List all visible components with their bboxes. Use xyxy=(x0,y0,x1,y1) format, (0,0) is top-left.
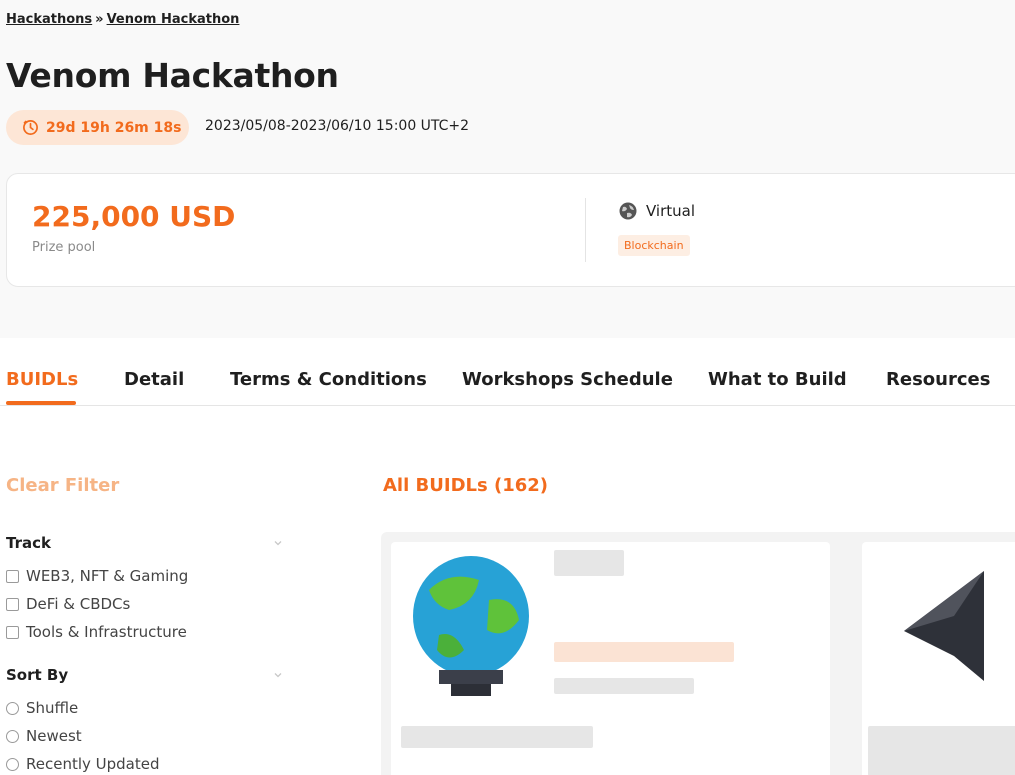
tab-bar: BUIDLs Detail Terms & Conditions Worksho… xyxy=(0,338,1015,406)
tab-what-to-build[interactable]: What to Build xyxy=(708,369,847,390)
countdown-badge: 29d 19h 26m 18s xyxy=(6,110,189,145)
location: Virtual xyxy=(618,201,695,221)
active-tab-indicator xyxy=(6,401,76,405)
prize-label: Prize pool xyxy=(32,240,96,255)
tab-terms-conditions[interactable]: Terms & Conditions xyxy=(230,369,427,390)
chevron-down-icon[interactable] xyxy=(272,669,284,681)
breadcrumb-separator: » xyxy=(95,12,104,27)
date-range: 2023/05/08-2023/06/10 15:00 UTC+2 xyxy=(205,118,470,134)
sort-by-title: Sort By xyxy=(6,666,69,684)
prize-amount: 225,000 USD xyxy=(32,200,236,233)
timer-icon xyxy=(23,120,38,135)
location-label: Virtual xyxy=(646,202,696,220)
sort-option-label: Recently Updated xyxy=(26,755,160,773)
countdown-text: 29d 19h 26m 18s xyxy=(46,119,182,136)
project-description xyxy=(401,726,593,748)
category-tag: Blockchain xyxy=(618,235,690,256)
breadcrumb: Hackathons» Venom Hackathon xyxy=(6,12,239,27)
hackathon-header xyxy=(0,0,1015,338)
project-logo xyxy=(904,571,984,681)
track-option-label: DeFi & CBDCs xyxy=(26,595,131,613)
globe-icon xyxy=(619,202,637,220)
divider xyxy=(585,198,586,262)
sort-option[interactable]: Newest xyxy=(6,727,82,745)
project-name xyxy=(554,550,624,576)
checkbox[interactable] xyxy=(6,569,19,583)
sort-option[interactable]: Recently Updated xyxy=(6,755,160,773)
tab-resources[interactable]: Resources xyxy=(886,369,990,390)
radio-button[interactable] xyxy=(6,729,19,743)
project-tags xyxy=(554,642,734,662)
project-meta xyxy=(554,678,694,694)
buidl-card[interactable] xyxy=(862,542,1015,775)
project-logo xyxy=(413,556,529,696)
buidl-card[interactable] xyxy=(391,542,830,775)
prize-info-card: 225,000 USD Prize pool Virtual Blockchai… xyxy=(6,173,1015,287)
breadcrumb-hackathons-link[interactable]: Hackathons xyxy=(6,12,92,27)
sort-option-label: Newest xyxy=(26,727,82,745)
tab-detail[interactable]: Detail xyxy=(124,369,184,390)
track-option[interactable]: DeFi & CBDCs xyxy=(6,595,130,613)
checkbox[interactable] xyxy=(6,597,19,611)
checkbox[interactable] xyxy=(6,625,19,639)
page-title: Venom Hackathon xyxy=(6,56,339,95)
track-option-label: WEB3, NFT & Gaming xyxy=(26,567,189,585)
project-description xyxy=(868,726,1015,775)
track-option[interactable]: WEB3, NFT & Gaming xyxy=(6,567,188,585)
track-option[interactable]: Tools & Infrastructure xyxy=(6,623,187,641)
radio-button[interactable] xyxy=(6,701,19,715)
radio-button[interactable] xyxy=(6,757,19,771)
buidls-count-heading: All BUIDLs (162) xyxy=(383,475,548,496)
tab-workshops-schedule[interactable]: Workshops Schedule xyxy=(462,369,673,390)
track-filter-title: Track xyxy=(6,534,51,552)
chevron-down-icon[interactable] xyxy=(272,537,284,549)
track-option-label: Tools & Infrastructure xyxy=(26,623,187,641)
sort-option-label: Shuffle xyxy=(26,699,79,717)
clear-filter-button[interactable]: Clear Filter xyxy=(6,475,119,496)
breadcrumb-current-link[interactable]: Venom Hackathon xyxy=(107,12,240,27)
sort-option[interactable]: Shuffle xyxy=(6,699,78,717)
tab-buidls[interactable]: BUIDLs xyxy=(6,369,78,390)
